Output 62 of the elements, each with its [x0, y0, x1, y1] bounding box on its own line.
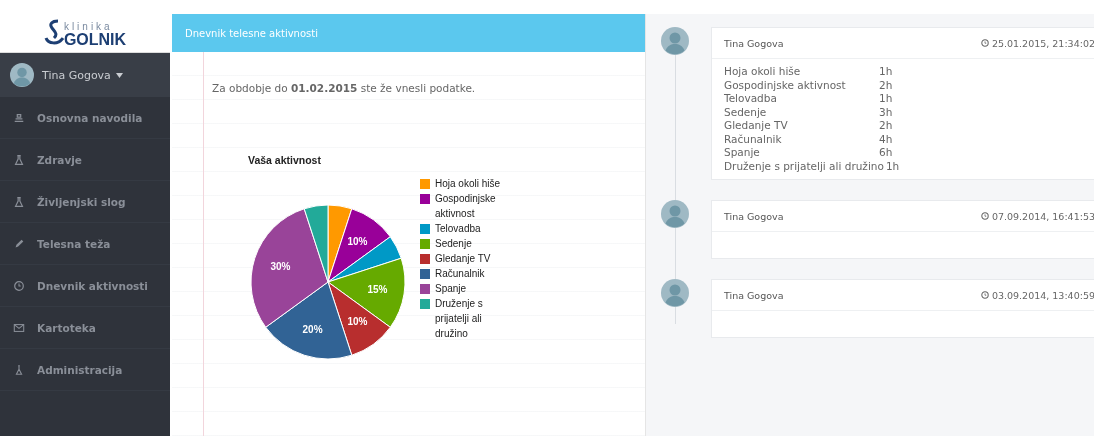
notice-text: Za obdobje do 01.02.2015 ste že vnesli podatke.: [212, 82, 477, 94]
activity-name: Gospodinjske aktivnost: [724, 78, 847, 92]
sidebar-item[interactable]: Dnevnik aktivnosti: [0, 265, 170, 307]
activity-hours: 1h: [879, 92, 893, 106]
envelope-icon: [13, 321, 25, 334]
activity-name: Gledanje TV: [724, 119, 789, 133]
sidebar-item[interactable]: Administracija: [0, 349, 170, 391]
slice-label: 10%: [347, 316, 368, 328]
clock-icon: [980, 212, 989, 220]
clock-icon: [13, 279, 25, 292]
chart-title: Vaša aktivnost: [248, 154, 321, 166]
author-name: Tina Gogova: [724, 210, 784, 222]
sidebar-item[interactable]: Življenjski slog: [0, 181, 170, 223]
avatar-icon: [661, 200, 689, 228]
timestamp: 03.09.2014, 13:40:59: [991, 289, 1094, 301]
activity-name: Telovadba: [724, 92, 778, 106]
sidebar-item[interactable]: Kartoteka: [0, 307, 170, 349]
legend-label: Gledanje TV: [435, 253, 491, 264]
activity-name: Druženje s prijatelji ali družino: [724, 159, 884, 173]
activity-hours: 3h: [879, 105, 893, 119]
sidebar-item[interactable]: Telesna teža: [0, 223, 170, 265]
legend-label: Računalnik: [435, 268, 485, 279]
timestamp: 25.01.2015, 21:34:02: [991, 37, 1094, 49]
legend-label: Spanje: [435, 283, 467, 294]
legend-label: Sedenje: [435, 238, 472, 249]
legend-label: Telovadba: [435, 223, 481, 234]
avatar-icon: [661, 279, 689, 307]
slice-label: 20%: [302, 323, 323, 335]
legend-label: Gospodinjske aktivnost: [435, 193, 496, 219]
clock-icon: [980, 291, 989, 299]
clinic-logo: klinika GOLNIK: [43, 18, 127, 48]
user-menu[interactable]: Tina Gogova: [42, 68, 123, 82]
author-name: Tina Gogova: [724, 289, 784, 301]
author-name: Tina Gogova: [724, 37, 784, 49]
activity-name: Hoja okoli hiše: [724, 65, 802, 79]
flask-icon: [13, 153, 25, 166]
activity-hours: 1h: [885, 159, 900, 173]
avatar-icon: [10, 63, 34, 87]
legend-label: Druženje s prijatelji ali družino: [435, 298, 483, 339]
avatar-icon: [661, 27, 689, 55]
activity-hours: 2h: [879, 78, 893, 92]
slice-label: 10%: [347, 235, 368, 247]
sidebar-item[interactable]: Zdravje: [0, 139, 170, 181]
activity-hours: 6h: [879, 146, 893, 160]
activity-hours: 4h: [879, 132, 893, 146]
flask-icon: [13, 363, 25, 376]
slice-label: 15%: [367, 283, 388, 295]
slice-label: 30%: [270, 260, 291, 272]
activity-hours: 1h: [879, 65, 893, 79]
sidebar-item[interactable]: Osnovna navodila: [0, 97, 170, 139]
timestamp: 07.09.2014, 16:41:53: [991, 210, 1094, 222]
list-icon: [13, 111, 25, 124]
legend-label: Hoja okoli hiše: [435, 178, 501, 189]
pencil-icon: [13, 237, 25, 250]
activity-name: Spanje: [724, 146, 761, 160]
panel-title: Dnevnik telesne aktivnosti: [172, 14, 645, 52]
activity-name: Računalnik: [724, 132, 783, 146]
caret-icon: [115, 72, 123, 78]
activity-hours: 2h: [879, 119, 893, 133]
flask-icon: [13, 195, 25, 208]
clock-icon: [980, 39, 989, 47]
activity-name: Sedenje: [724, 105, 768, 119]
